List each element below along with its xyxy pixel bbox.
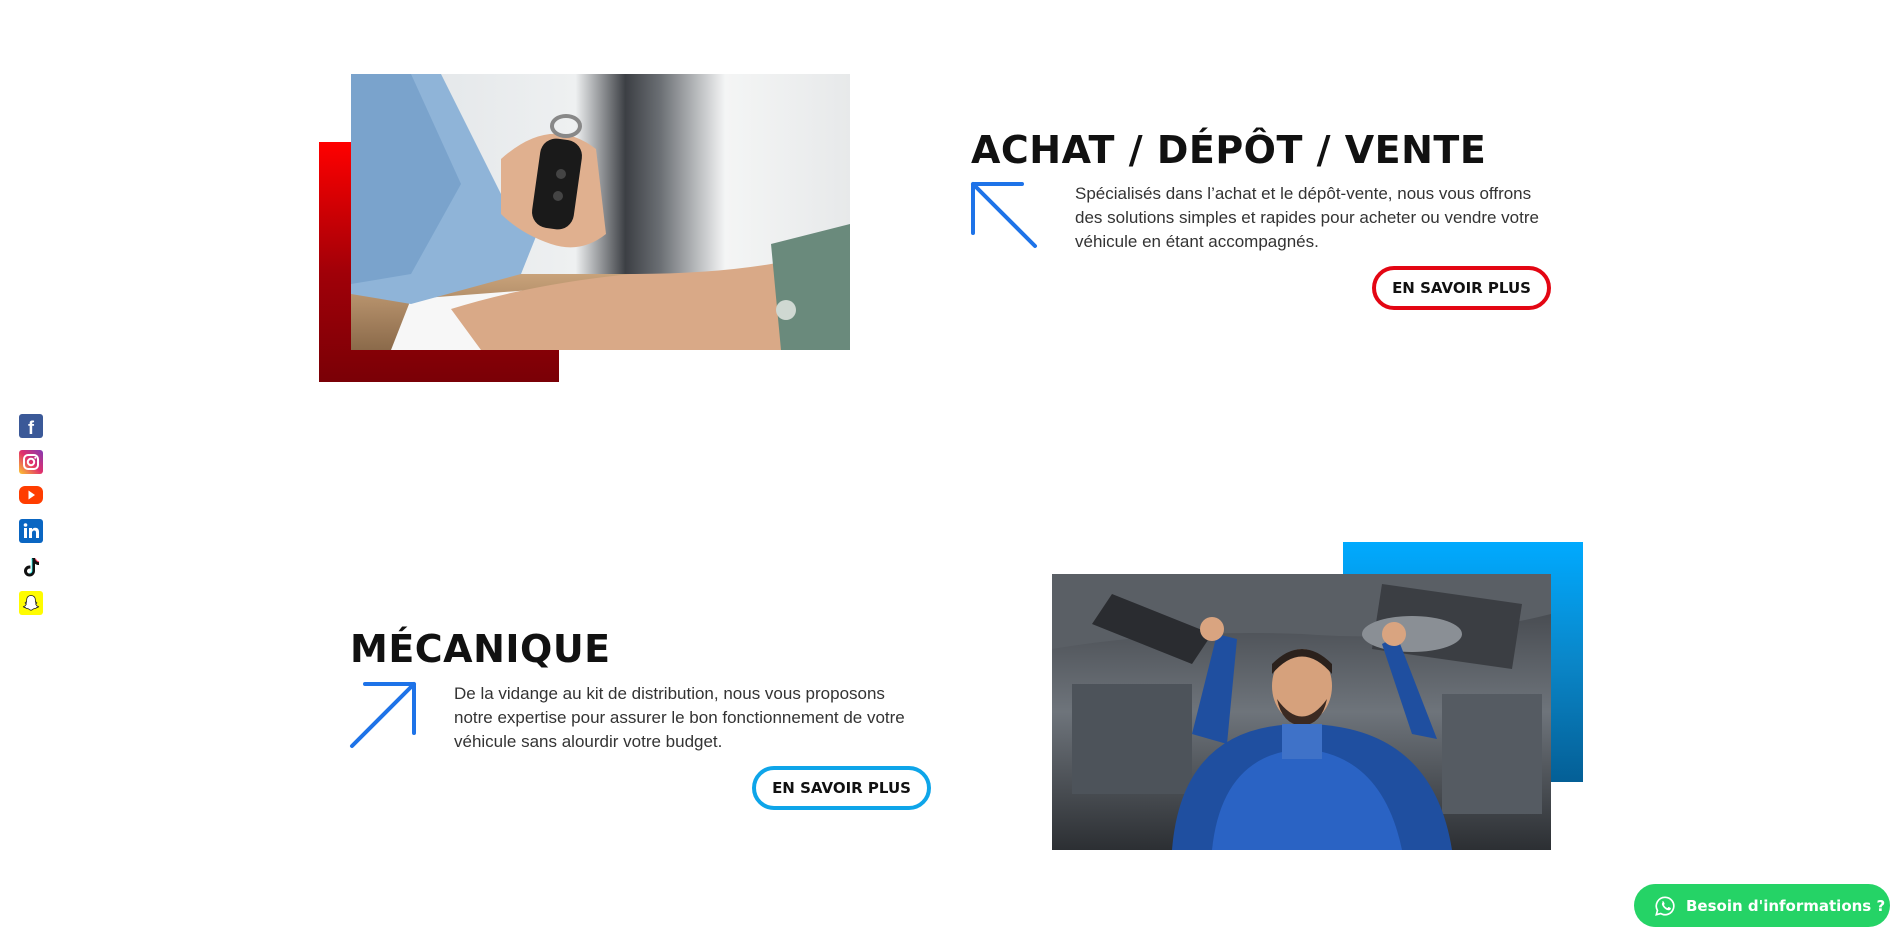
section-title: MÉCANIQUE: [350, 627, 611, 671]
achat-learn-more-button[interactable]: EN SAVOIR PLUS: [1372, 266, 1551, 310]
car-keys-photo: [351, 74, 850, 350]
snapchat-icon[interactable]: [19, 591, 43, 615]
whatsapp-chat-button[interactable]: Besoin d'informations ?: [1634, 884, 1890, 927]
arrow-up-left-icon: [970, 181, 1038, 254]
section-description: De la vidange au kit de distribution, no…: [454, 684, 905, 751]
section-title: ACHAT / DÉPÔT / VENTE: [971, 128, 1487, 172]
whatsapp-label: Besoin d'informations ?: [1686, 896, 1886, 915]
tiktok-icon[interactable]: [19, 555, 43, 579]
youtube-icon[interactable]: [19, 486, 43, 504]
facebook-icon[interactable]: f: [19, 414, 43, 438]
arrow-up-right-icon: [349, 681, 417, 754]
section-description: Spécialisés dans l’achat et le dépôt-ven…: [1075, 184, 1539, 251]
mecanique-learn-more-button[interactable]: EN SAVOIR PLUS: [752, 766, 931, 810]
instagram-icon[interactable]: [19, 450, 43, 474]
svg-text:f: f: [28, 418, 35, 438]
social-sidebar: f: [19, 414, 45, 627]
mechanic-photo: [1052, 574, 1551, 850]
whatsapp-icon: [1654, 895, 1676, 917]
linkedin-icon[interactable]: [19, 519, 43, 543]
